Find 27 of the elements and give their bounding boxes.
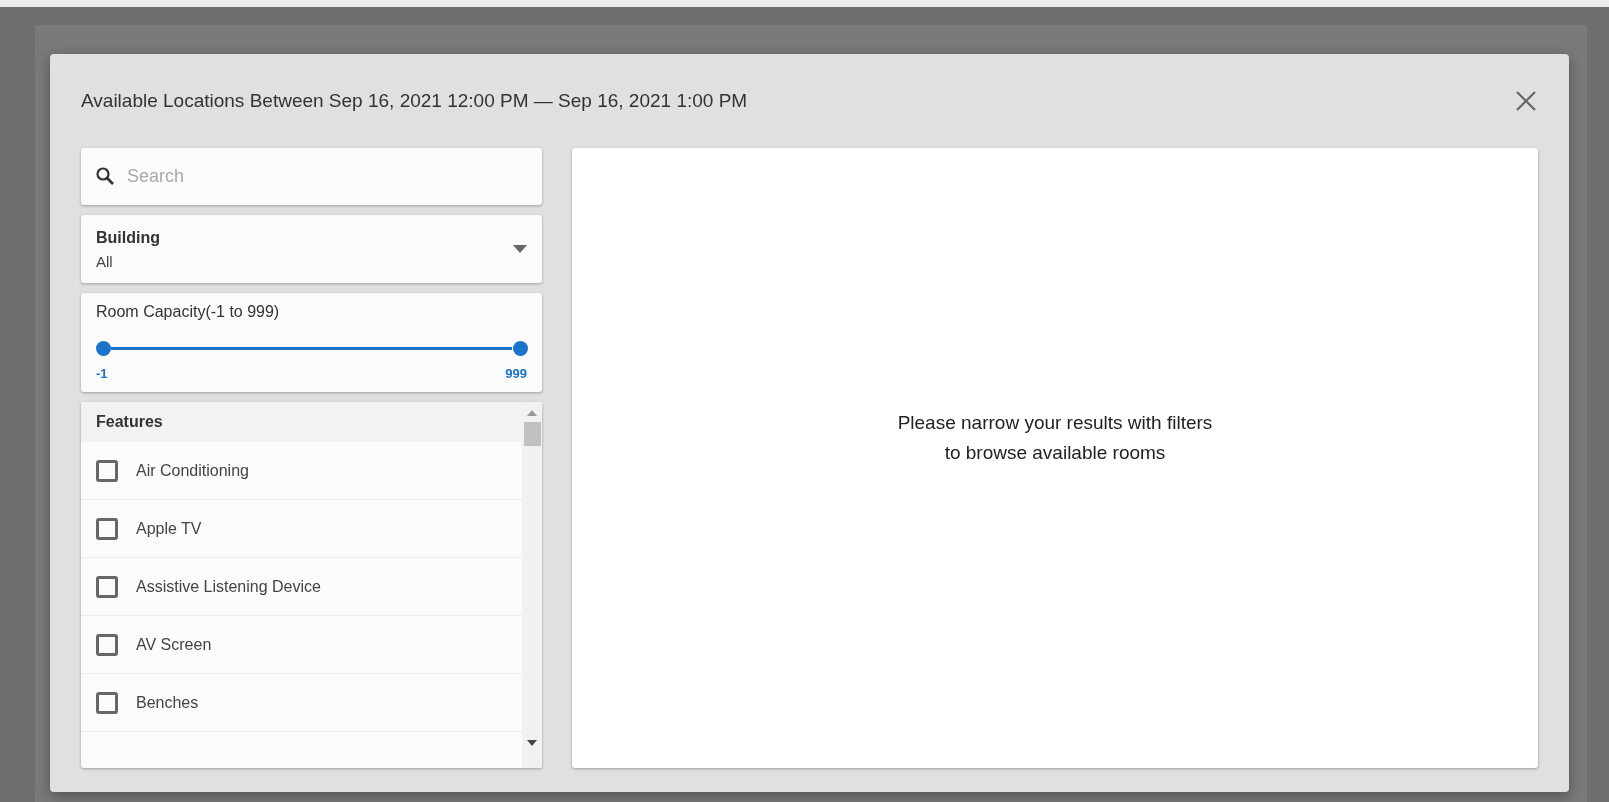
feature-label: Apple TV	[136, 519, 202, 538]
scroll-thumb[interactable]	[523, 422, 541, 446]
scrollbar[interactable]	[522, 402, 542, 768]
features-header: Features	[81, 402, 522, 442]
checkbox[interactable]	[96, 575, 118, 598]
slider-thumb[interactable]	[513, 341, 528, 356]
checkbox[interactable]	[96, 459, 118, 482]
feature-label: Air Conditioning	[136, 461, 249, 480]
slider-reading: -1	[96, 366, 108, 381]
empty-message: Please narrow your results with filters to browse available rooms	[897, 411, 1213, 465]
scroll-down-icon[interactable]	[527, 740, 537, 746]
checkbox[interactable]	[96, 517, 118, 540]
search-icon	[95, 166, 115, 186]
checkbox[interactable]	[96, 633, 118, 656]
search-field[interactable]: Search	[81, 148, 542, 205]
capacity-label: Room Capacity(-1 to 999)	[96, 303, 281, 321]
checkbox[interactable]	[96, 691, 118, 714]
feature-label: AV Screen	[136, 635, 212, 654]
feature-label: Assistive Listening Device	[136, 577, 321, 596]
close-button[interactable]	[1514, 89, 1538, 113]
building-dropdown[interactable]: Building All	[81, 215, 542, 283]
caret-icon	[513, 245, 527, 253]
slider-reading: 999	[505, 366, 527, 381]
feature-label: Benches	[136, 693, 199, 712]
slider-thumb[interactable]	[96, 341, 111, 356]
dialog-title: Available Locations Between Sep 16, 2021 12:00 PM — Sep 16, 2021 1:00 PM	[81, 90, 748, 112]
close-icon	[1514, 89, 1538, 113]
